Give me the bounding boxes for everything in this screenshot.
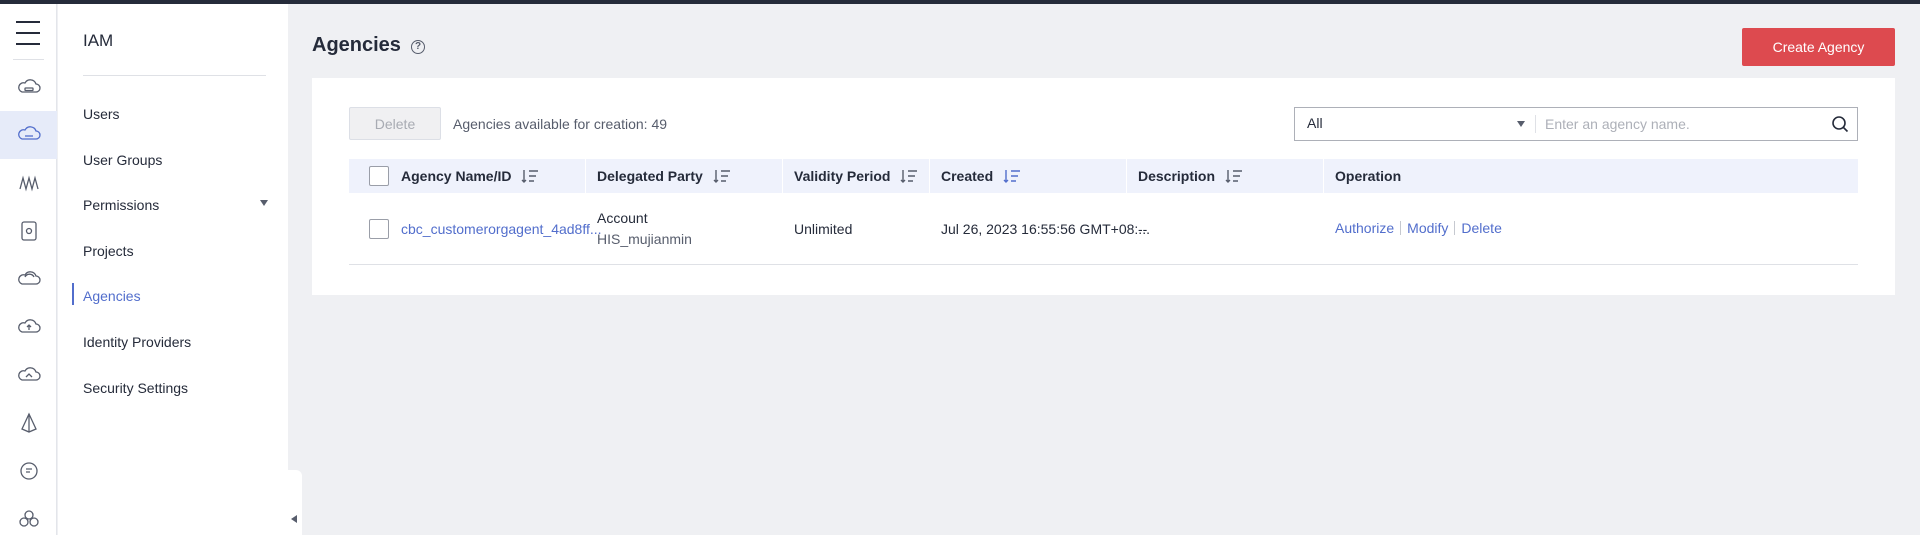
service-rail [0, 4, 57, 535]
op-separator [1454, 221, 1456, 235]
delegated-party-type: Account [597, 210, 648, 226]
storage-icon[interactable] [0, 207, 57, 255]
search-divider [1535, 115, 1536, 133]
available-count-text: Agencies available for creation: 49 [453, 116, 668, 132]
nav-item-security-settings[interactable]: Security Settings [83, 380, 188, 396]
nav-item-user-groups[interactable]: User Groups [83, 152, 162, 168]
cloud-server-icon[interactable] [0, 64, 57, 112]
pyramid-icon[interactable] [0, 399, 57, 447]
nav-item-identity-providers[interactable]: Identity Providers [83, 334, 191, 350]
nav-divider [83, 75, 266, 76]
agency-list-card: Delete Agencies available for creation: … [312, 78, 1895, 295]
search-box: All [1294, 107, 1858, 141]
delete-link[interactable]: Delete [1461, 220, 1501, 236]
column-header-created: Created [941, 159, 1021, 193]
help-icon[interactable]: ? [411, 40, 425, 54]
top-bar [0, 0, 1920, 4]
modify-link[interactable]: Modify [1407, 220, 1448, 236]
op-separator [1400, 221, 1402, 235]
hamburger-icon[interactable] [14, 19, 42, 47]
description: -- [1138, 221, 1148, 237]
column-header-validity: Validity Period [794, 159, 918, 193]
sort-icon[interactable] [521, 169, 539, 183]
chevron-down-icon [1517, 121, 1525, 127]
delegated-party-name: HIS_mujianmin [597, 231, 692, 247]
collapse-nav-button[interactable] [288, 470, 302, 535]
delete-button[interactable]: Delete [349, 107, 441, 140]
row-operations: Authorize Modify Delete [1335, 220, 1502, 236]
column-divider [585, 159, 586, 193]
cluster-icon[interactable] [0, 495, 57, 535]
column-divider [782, 159, 783, 193]
network-icon[interactable] [0, 159, 57, 207]
cloud-active-icon[interactable] [0, 111, 57, 159]
column-header-description: Description [1138, 159, 1243, 193]
search-icon[interactable] [1831, 115, 1849, 133]
column-divider [1126, 159, 1127, 193]
cloud-upload-icon[interactable] [0, 303, 57, 351]
page-title: Agencies [312, 34, 401, 56]
create-agency-button[interactable]: Create Agency [1742, 28, 1895, 66]
nav-item-users[interactable]: Users [83, 106, 120, 122]
nav-active-indicator [72, 283, 74, 305]
cloud-sync-icon[interactable] [0, 351, 57, 399]
nav-item-agencies[interactable]: Agencies [83, 288, 141, 304]
validity-period: Unlimited [794, 221, 853, 237]
created-time: Jul 26, 2023 16:55:56 GMT+08:... [941, 221, 1150, 237]
sort-icon[interactable] [900, 169, 918, 183]
iam-nav: IAM Users User Groups Permissions Projec… [58, 4, 288, 535]
agency-name-link[interactable]: cbc_customerorgagent_4ad8ff... [401, 221, 602, 237]
search-input[interactable] [1545, 108, 1825, 140]
rail-divider [13, 59, 44, 60]
row-checkbox[interactable] [369, 219, 389, 239]
column-divider [929, 159, 930, 193]
sort-active-icon[interactable] [1003, 169, 1021, 183]
nav-item-projects[interactable]: Projects [83, 243, 134, 259]
collapse-arrow-icon [291, 515, 297, 523]
table-header: Agency Name/ID Delegated Party Validity … [349, 159, 1858, 193]
authorize-link[interactable]: Authorize [1335, 220, 1394, 236]
chevron-down-icon[interactable] [260, 200, 268, 206]
filter-select-value: All [1307, 115, 1323, 131]
column-divider [1323, 159, 1324, 193]
table-row: cbc_customerorgagent_4ad8ff... Account H… [349, 193, 1858, 265]
cloud-icon[interactable] [0, 255, 57, 303]
badge-icon[interactable] [0, 447, 57, 495]
column-header-operation: Operation [1335, 168, 1402, 184]
sort-icon[interactable] [713, 169, 731, 183]
filter-select[interactable]: All [1295, 108, 1535, 140]
select-all-checkbox[interactable] [369, 166, 389, 186]
column-header-delegated-party: Delegated Party [597, 159, 731, 193]
nav-item-permissions[interactable]: Permissions [83, 197, 159, 213]
column-header-name: Agency Name/ID [401, 159, 539, 193]
sort-icon[interactable] [1225, 169, 1243, 183]
nav-title: IAM [83, 31, 114, 50]
